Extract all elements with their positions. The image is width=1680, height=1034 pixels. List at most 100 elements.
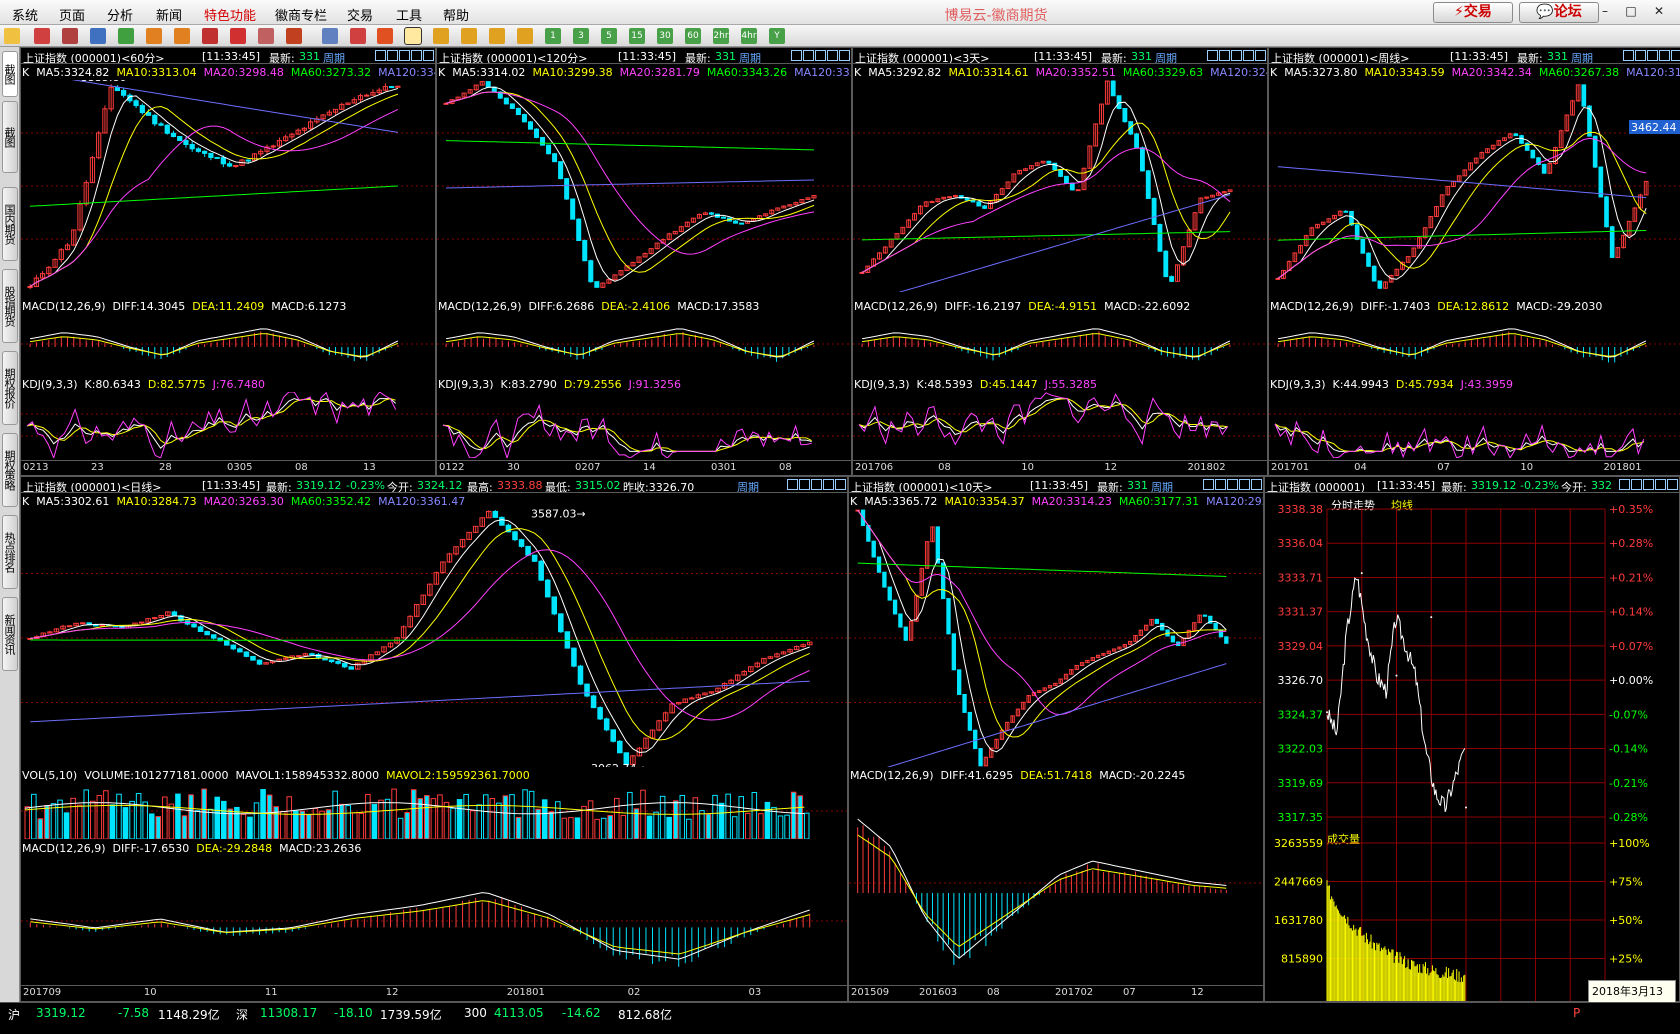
chart-panel-2[interactable]: 上证指数 (000001)<3天> [11:33:45] 最新: 331 周期 … (852, 47, 1268, 476)
c300-price: 4113.05 (494, 1006, 544, 1020)
forum-button[interactable]: 💬论坛 (1519, 2, 1599, 23)
close-icon[interactable]: ✕ (1651, 4, 1667, 20)
back-icon[interactable] (4, 28, 20, 44)
tab-hot-rank[interactable]: 热点排名 (2, 515, 18, 589)
year-period-icon[interactable] (517, 28, 533, 44)
tenday-candlestick-chart[interactable]: 4006.342638.30→ (849, 509, 1263, 767)
period-60-button[interactable]: 60 (685, 28, 701, 44)
period-5-button[interactable]: 5 (601, 28, 617, 44)
layout-icon[interactable] (202, 28, 218, 44)
maximize-icon[interactable]: □ (1623, 4, 1639, 20)
candle-icon[interactable] (258, 28, 274, 44)
volume-bar (443, 801, 450, 839)
panel-title: 上证指数 (000001)<60分> (23, 52, 165, 64)
ma60-line (445, 140, 815, 151)
volume-bar (273, 806, 279, 839)
top-panel-2-tick: 08 (938, 462, 951, 473)
trend-icon[interactable] (350, 28, 366, 44)
menu-system[interactable]: 系统 (12, 5, 38, 24)
period-y-button[interactable]: Y (769, 28, 785, 44)
panel-buttons[interactable] (786, 479, 846, 492)
menu-page[interactable]: 页面 (59, 5, 85, 24)
period-link[interactable]: 周期 (323, 50, 345, 63)
menu-help[interactable]: 帮助 (443, 5, 469, 24)
period-link[interactable]: 周期 (1151, 479, 1173, 492)
period-1-button[interactable]: 1 (545, 28, 561, 44)
day-period-icon[interactable] (404, 27, 422, 45)
candlestick-chart[interactable]: 3587.03→3016.53→3462.44 (1269, 80, 1680, 292)
period-15-button[interactable]: 15 (629, 28, 645, 44)
top-panel-3-tick: 10 (1520, 462, 1534, 473)
intraday-chart[interactable]: 3338.38 +0.35% 3336.04 +0.28% 3333.71 +0.21% 3… (1265, 477, 1679, 1001)
menu-trade[interactable]: 交易 (347, 5, 373, 24)
daily-candlestick-chart[interactable]: 3587.03→ 3062.74→ (21, 509, 847, 767)
refresh-icon[interactable] (118, 28, 134, 44)
panel-time: [11:33:45] (202, 479, 260, 492)
candlestick-chart[interactable]: 3586.62→3062.74→ (437, 80, 851, 292)
top-panel-3-tick: 07 (1437, 462, 1450, 473)
period-2hr-button[interactable]: 2hr (713, 28, 729, 44)
minimize-icon[interactable]: – (1597, 4, 1613, 20)
panel-buttons[interactable] (1202, 479, 1262, 492)
menu-features[interactable]: 特色功能 (204, 5, 256, 24)
chart-panel-1[interactable]: 上证指数 (000001)<120分> [11:33:45] 最新: 331 周… (436, 47, 852, 476)
top-panel-2-tick: 201802 (1187, 462, 1226, 473)
table-icon[interactable] (322, 28, 338, 44)
week-period-icon[interactable] (433, 28, 449, 44)
zoom-in-icon[interactable] (146, 28, 162, 44)
macd-legend: MACD(12,26,9) DIFF:6.2686 DEA:-2.4106 MACD:… (438, 300, 760, 313)
draw-icon[interactable] (230, 28, 246, 44)
menu-news[interactable]: 新闻 (156, 5, 182, 24)
tick-icon[interactable] (377, 28, 393, 44)
chart-icon[interactable] (90, 28, 106, 44)
panel-buttons[interactable] (374, 50, 434, 63)
volume-bar (404, 812, 410, 839)
sh-label: 沪 (8, 1008, 21, 1022)
tab-news[interactable]: 新闻资讯 (2, 597, 18, 671)
tab-domestic-futures-label[interactable]: 国内期货 (2, 187, 18, 261)
tab-domestic-futures[interactable]: 截图 (2, 101, 18, 173)
panel-buttons[interactable] (1206, 50, 1266, 63)
tab-option-quote[interactable]: 期权报价 (2, 351, 18, 425)
intraday-chart-panel[interactable]: 上证指数 (000001) [11:33:45] 最新: 3319.12 -0.… (1264, 476, 1680, 1002)
panel-buttons[interactable] (790, 50, 850, 63)
intraday-point (1326, 711, 1328, 714)
volume-bar (692, 797, 699, 839)
quote-icon[interactable] (62, 28, 78, 44)
menu-analysis[interactable]: 分析 (107, 5, 133, 24)
tenday-chart-panel[interactable]: 上证指数 (000001)<10天> [11:33:45] 最新: 331 周期… (848, 476, 1264, 1002)
period-link[interactable]: 周期 (737, 479, 759, 492)
daily-chart-panel[interactable]: 上证指数 (000001)<日线> [11:33:45] 最新: 3319.12… (20, 476, 848, 1002)
chart-panel-3[interactable]: 上证指数 (000001)<周线> [11:33:45] 最新: 331 周期 … (1268, 47, 1680, 476)
filter-icon[interactable] (286, 28, 302, 44)
candlestick-chart[interactable]: 3587.03→3062.74→ (853, 80, 1267, 292)
zoom-out-icon[interactable] (174, 28, 190, 44)
top-panel-0-tick: 08 (295, 462, 308, 473)
month-period-icon[interactable] (461, 28, 477, 44)
high-label: 最高: (467, 481, 493, 493)
candle-body (243, 651, 250, 657)
period-30-button[interactable]: 30 (657, 28, 673, 44)
period-link[interactable]: 周期 (1571, 50, 1593, 63)
tab-screenshot[interactable]: 截图 (2, 51, 18, 97)
period-link[interactable]: 周期 (1155, 50, 1177, 63)
period-4hr-button[interactable]: 4hr (741, 28, 757, 44)
period-3-button[interactable]: 3 (573, 28, 589, 44)
season-period-icon[interactable] (489, 28, 505, 44)
home-icon[interactable] (34, 28, 50, 44)
menu-tools[interactable]: 工具 (396, 5, 422, 24)
candle-body (1140, 147, 1145, 172)
volume-bar (758, 813, 764, 839)
chart-panel-0[interactable]: 上证指数 (000001)<60分> [11:33:45] 最新: 331 周期… (20, 47, 436, 476)
c300-amount: 812.68亿 (618, 1008, 672, 1022)
candlestick-chart[interactable]: 3335.80→ 3153.00 (21, 80, 435, 292)
tab-index-futures[interactable]: 股指期货 (2, 269, 18, 343)
macd-legend: MACD(12,26,9) DIFF:14.3045 DEA:11.2409 MACD… (22, 300, 347, 313)
trade-button[interactable]: ⚡交易 (1433, 2, 1513, 23)
period-link[interactable]: 周期 (739, 50, 761, 63)
menu-column[interactable]: 徽商专栏 (275, 5, 327, 24)
tab-option-strategy[interactable]: 期权策略 (2, 433, 18, 507)
volume-tick: 2447669 (1274, 876, 1323, 889)
price-tag-label: 3462.44 (1631, 121, 1677, 134)
panel-buttons[interactable] (1622, 50, 1680, 63)
